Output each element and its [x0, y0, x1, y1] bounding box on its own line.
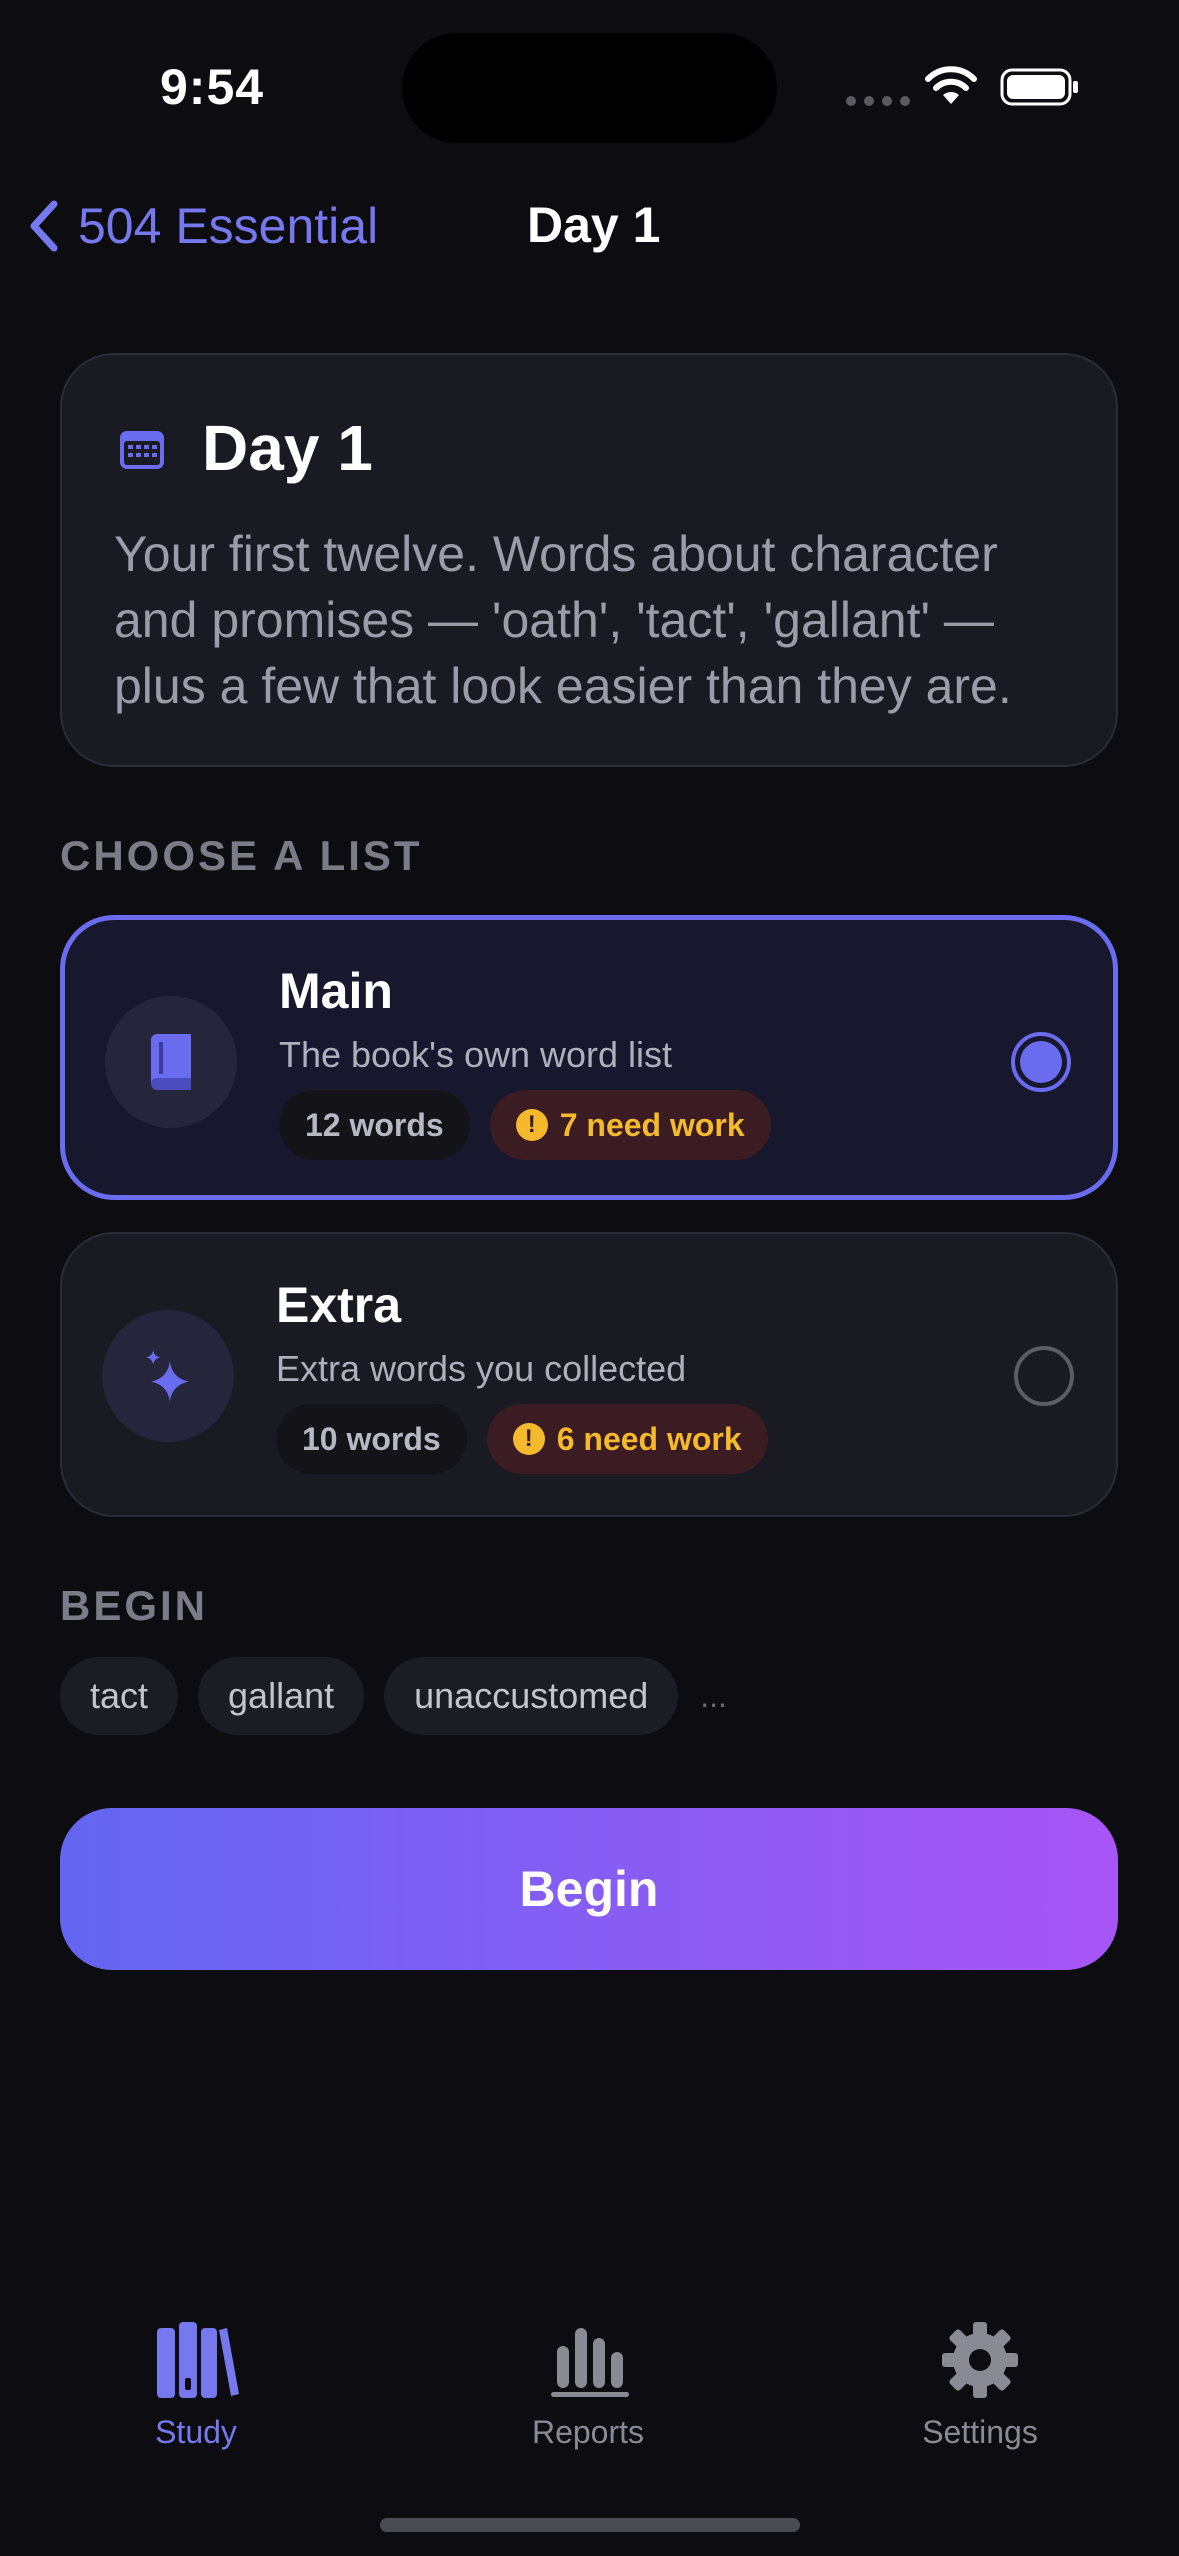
begin-section-label: BEGIN: [60, 1582, 209, 1629]
exclamation-icon: !: [515, 1109, 548, 1141]
day-heading: Day 1: [202, 412, 373, 484]
word-count-badge: 10 words: [276, 1404, 467, 1474]
cellular-signal-icon: [846, 96, 910, 106]
list-option-main[interactable]: Main The book's own word list 12 words !…: [60, 915, 1118, 1200]
nav-title: Day 1: [527, 197, 661, 253]
word-chip: unaccustomed: [384, 1657, 679, 1735]
tab-study-label: Study: [155, 2414, 237, 2450]
need-work-label: 7 need work: [559, 1106, 745, 1143]
battery-icon: [1000, 68, 1078, 106]
status-time: 9:54: [160, 59, 265, 115]
tab-study[interactable]: Study: [96, 2320, 296, 2451]
list-subtitle: Extra words you collected: [276, 1348, 687, 1389]
need-work-badge: ! 6 need work: [486, 1404, 768, 1474]
home-indicator[interactable]: [380, 2518, 800, 2532]
back-button[interactable]: 504 Essential: [24, 190, 378, 262]
word-count-badge: 12 words: [279, 1090, 470, 1160]
list-title: Main: [279, 963, 393, 1019]
sparkles-icon: [145, 1350, 189, 1402]
list-subtitle: The book's own word list: [279, 1034, 673, 1075]
status-bar: 9:54: [0, 0, 1179, 180]
tab-settings[interactable]: Settings: [880, 2320, 1080, 2451]
radio-unselected[interactable]: [1014, 1346, 1074, 1406]
need-work-label: 6 need work: [556, 1420, 742, 1457]
begin-button[interactable]: Begin: [60, 1808, 1118, 1970]
choose-list-label: CHOOSE A LIST: [60, 832, 423, 879]
book-icon: [151, 1034, 191, 1090]
list-option-extra[interactable]: Extra Extra words you collected 10 words…: [60, 1232, 1118, 1517]
word-chip: tact: [60, 1657, 179, 1735]
back-button-label: 504 Essential: [78, 198, 379, 254]
exclamation-icon: !: [512, 1423, 545, 1455]
day-summary-card: Day 1 Your first twelve. Words about cha…: [60, 353, 1118, 767]
more-indicator: ...: [700, 1677, 727, 1714]
list-icon-badge: [102, 1310, 234, 1442]
word-chip: gallant: [198, 1657, 365, 1735]
calendar-icon: [120, 431, 164, 469]
dynamic-island: [402, 33, 777, 143]
tab-reports[interactable]: Reports: [488, 2320, 688, 2451]
list-title: Extra: [276, 1277, 402, 1333]
chevron-left-icon: [30, 200, 58, 252]
tab-reports-label: Reports: [531, 2414, 645, 2450]
day-description: Your first twelve. Words about character…: [114, 526, 1012, 714]
bar-chart-icon: [551, 2328, 629, 2397]
radio-selected[interactable]: [1011, 1032, 1071, 1092]
preview-words: tact gallant unaccustomed ...: [60, 1657, 727, 1735]
wifi-icon: [925, 66, 977, 104]
books-icon: [157, 2322, 239, 2398]
gear-icon: [942, 2322, 1018, 2398]
tab-settings-label: Settings: [922, 2414, 1038, 2450]
list-icon-badge: [105, 996, 237, 1128]
need-work-badge: ! 7 need work: [489, 1090, 771, 1160]
